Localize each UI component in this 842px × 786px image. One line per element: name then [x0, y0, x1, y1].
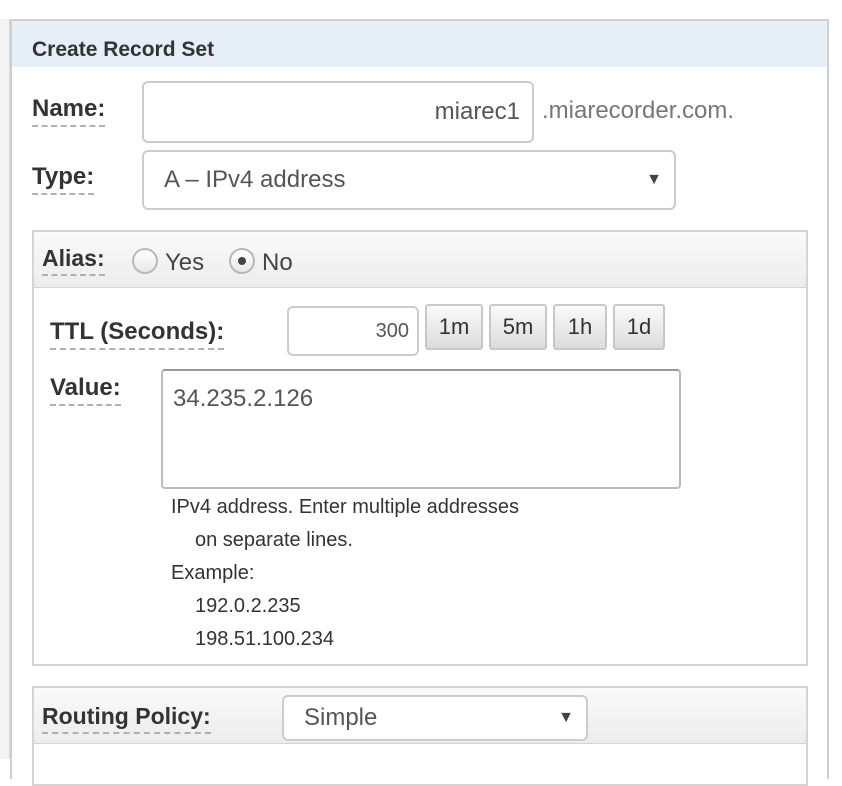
value-textarea-text: 34.235.2.126: [173, 385, 314, 412]
alias-no-label: No: [262, 249, 293, 276]
routing-policy-header: Routing Policy: Simple ▼: [34, 688, 806, 744]
ttl-1d-button[interactable]: 1d: [613, 304, 665, 350]
panel-title: Create Record Set: [32, 38, 215, 61]
value-help-line-1: IPv4 address. Enter multiple addresses: [171, 496, 519, 518]
value-help-example-label: Example:: [171, 562, 255, 584]
create-record-set-panel: Create Record Set Name: miarec1 .miareco…: [10, 19, 829, 786]
alias-header: Alias: Yes No: [34, 232, 806, 288]
routing-policy-select[interactable]: Simple ▼: [282, 695, 588, 741]
name-input[interactable]: miarec1: [142, 81, 534, 143]
alias-no-radio[interactable]: [229, 248, 255, 274]
ttl-1m-button[interactable]: 1m: [425, 304, 483, 350]
ttl-label: TTL (Seconds):: [50, 318, 225, 350]
routing-policy-box: Routing Policy: Simple ▼: [32, 686, 808, 786]
chevron-down-icon: ▼: [558, 709, 574, 726]
name-label: Name:: [32, 95, 106, 127]
type-select[interactable]: A – IPv4 address ▼: [142, 150, 676, 210]
type-select-value: A – IPv4 address: [164, 166, 346, 193]
value-label: Value:: [50, 374, 121, 406]
name-input-value: miarec1: [434, 98, 520, 125]
type-label: Type:: [32, 163, 95, 195]
value-help-line-2: on separate lines.: [195, 529, 353, 551]
ttl-input[interactable]: 300: [287, 306, 419, 356]
routing-policy-label: Routing Policy:: [42, 702, 211, 734]
alias-yes-label: Yes: [165, 249, 205, 276]
ttl-input-value: 300: [375, 319, 409, 342]
left-gutter: [0, 19, 10, 759]
alias-box: Alias: Yes No TTL (Seconds): 300 1m 5m 1…: [32, 230, 808, 666]
value-help-example-2: 198.51.100.234: [195, 628, 335, 650]
value-help-example-1: 192.0.2.235: [195, 595, 301, 617]
alias-yes-radio[interactable]: [132, 248, 158, 274]
value-textarea[interactable]: 34.235.2.126: [161, 369, 681, 489]
chevron-down-icon: ▼: [646, 171, 662, 188]
domain-suffix: .miarecorder.com.: [542, 97, 735, 124]
ttl-5m-button[interactable]: 5m: [489, 304, 547, 350]
panel-header: Create Record Set: [12, 21, 827, 67]
routing-policy-value: Simple: [304, 704, 378, 731]
radio-selected-dot: [238, 257, 246, 265]
ttl-1h-button[interactable]: 1h: [553, 304, 607, 350]
alias-label: Alias:: [42, 244, 105, 276]
